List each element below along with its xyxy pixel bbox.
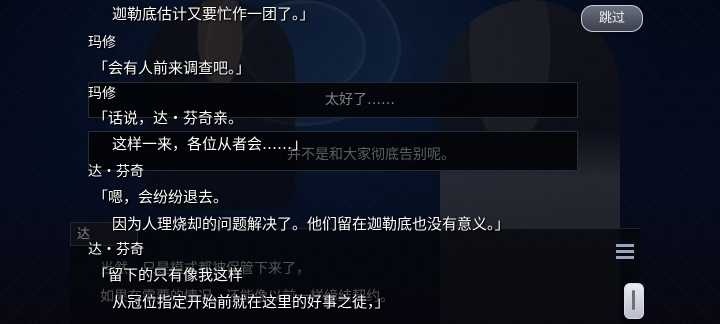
- backlog-speaker: 玛修: [88, 86, 116, 102]
- backlog-speaker: 达・芬奇: [88, 164, 144, 180]
- backlog-panel[interactable]: 迦勒底估计又要忙作一团了。」 玛修 「会有人前来调查吧。」 玛修 「话说，达・芬…: [0, 0, 720, 324]
- backlog-line: 「嗯，会纷纷退去。: [93, 188, 229, 206]
- menu-icon[interactable]: [616, 244, 634, 266]
- backlog-line: 「会有人前来调查吧。」: [93, 59, 251, 77]
- backlog-speaker: 达・芬奇: [88, 242, 144, 258]
- backlog-line: 迦勒底估计又要忙作一团了。」: [112, 5, 315, 23]
- backlog-line: 「话说，达・芬奇亲。: [93, 109, 244, 127]
- backlog-line: 从冠位指定开始前就在这里的好事之徒，」: [112, 293, 390, 311]
- backlog-line: 因为人理烧却的问题解决了。他们留在迦勒底也没有意义。」: [112, 215, 510, 233]
- backlog-scroll-handle[interactable]: [624, 283, 644, 319]
- skip-button[interactable]: 跳过: [581, 5, 643, 32]
- backlog-line: 这样一来，各位从者会……」: [112, 135, 308, 153]
- backlog-speaker: 玛修: [88, 35, 116, 51]
- backlog-line: 「留下的只有像我这样: [93, 266, 244, 284]
